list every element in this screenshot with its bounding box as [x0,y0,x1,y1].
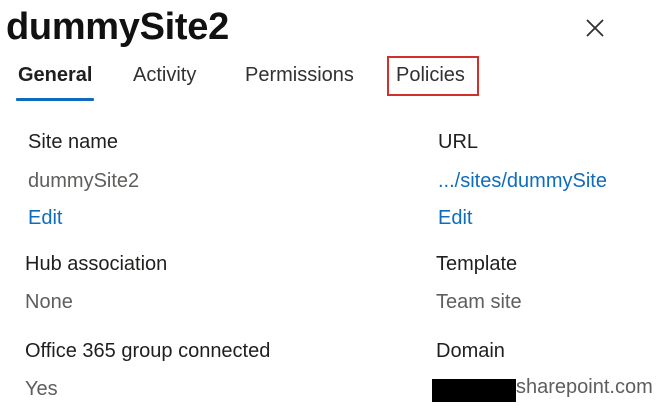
group-connected-value: Yes [25,378,58,400]
domain-visible-text: sharepoint.com [516,376,653,398]
redaction-bar [432,379,516,402]
tab-general[interactable]: General [18,56,92,96]
tab-permissions[interactable]: Permissions [245,56,354,96]
template-label: Template [436,253,518,275]
site-name-label: Site name [28,131,119,153]
site-name-value: dummySite2 [28,170,140,192]
active-tab-indicator [16,98,94,101]
template-value: Team site [436,291,522,313]
panel-title: dummySite2 [6,6,229,48]
url-link[interactable]: .../sites/dummySite [438,170,607,193]
site-name-edit-link[interactable]: Edit [28,207,62,230]
site-details-panel: dummySite2 General Activity Permissions … [0,0,669,419]
url-edit-link[interactable]: Edit [438,207,472,230]
tab-activity[interactable]: Activity [133,56,196,96]
domain-label: Domain [436,340,505,362]
policies-tab-highlight [387,56,479,96]
close-button[interactable] [578,12,612,46]
domain-value: sharepoint.com [420,376,669,406]
group-connected-label: Office 365 group connected [25,340,271,362]
close-icon [586,19,604,37]
tab-bar: General Activity Permissions Policies [0,56,669,102]
hub-association-value: None [25,291,73,313]
url-label: URL [438,131,479,153]
hub-association-label: Hub association [25,253,168,275]
